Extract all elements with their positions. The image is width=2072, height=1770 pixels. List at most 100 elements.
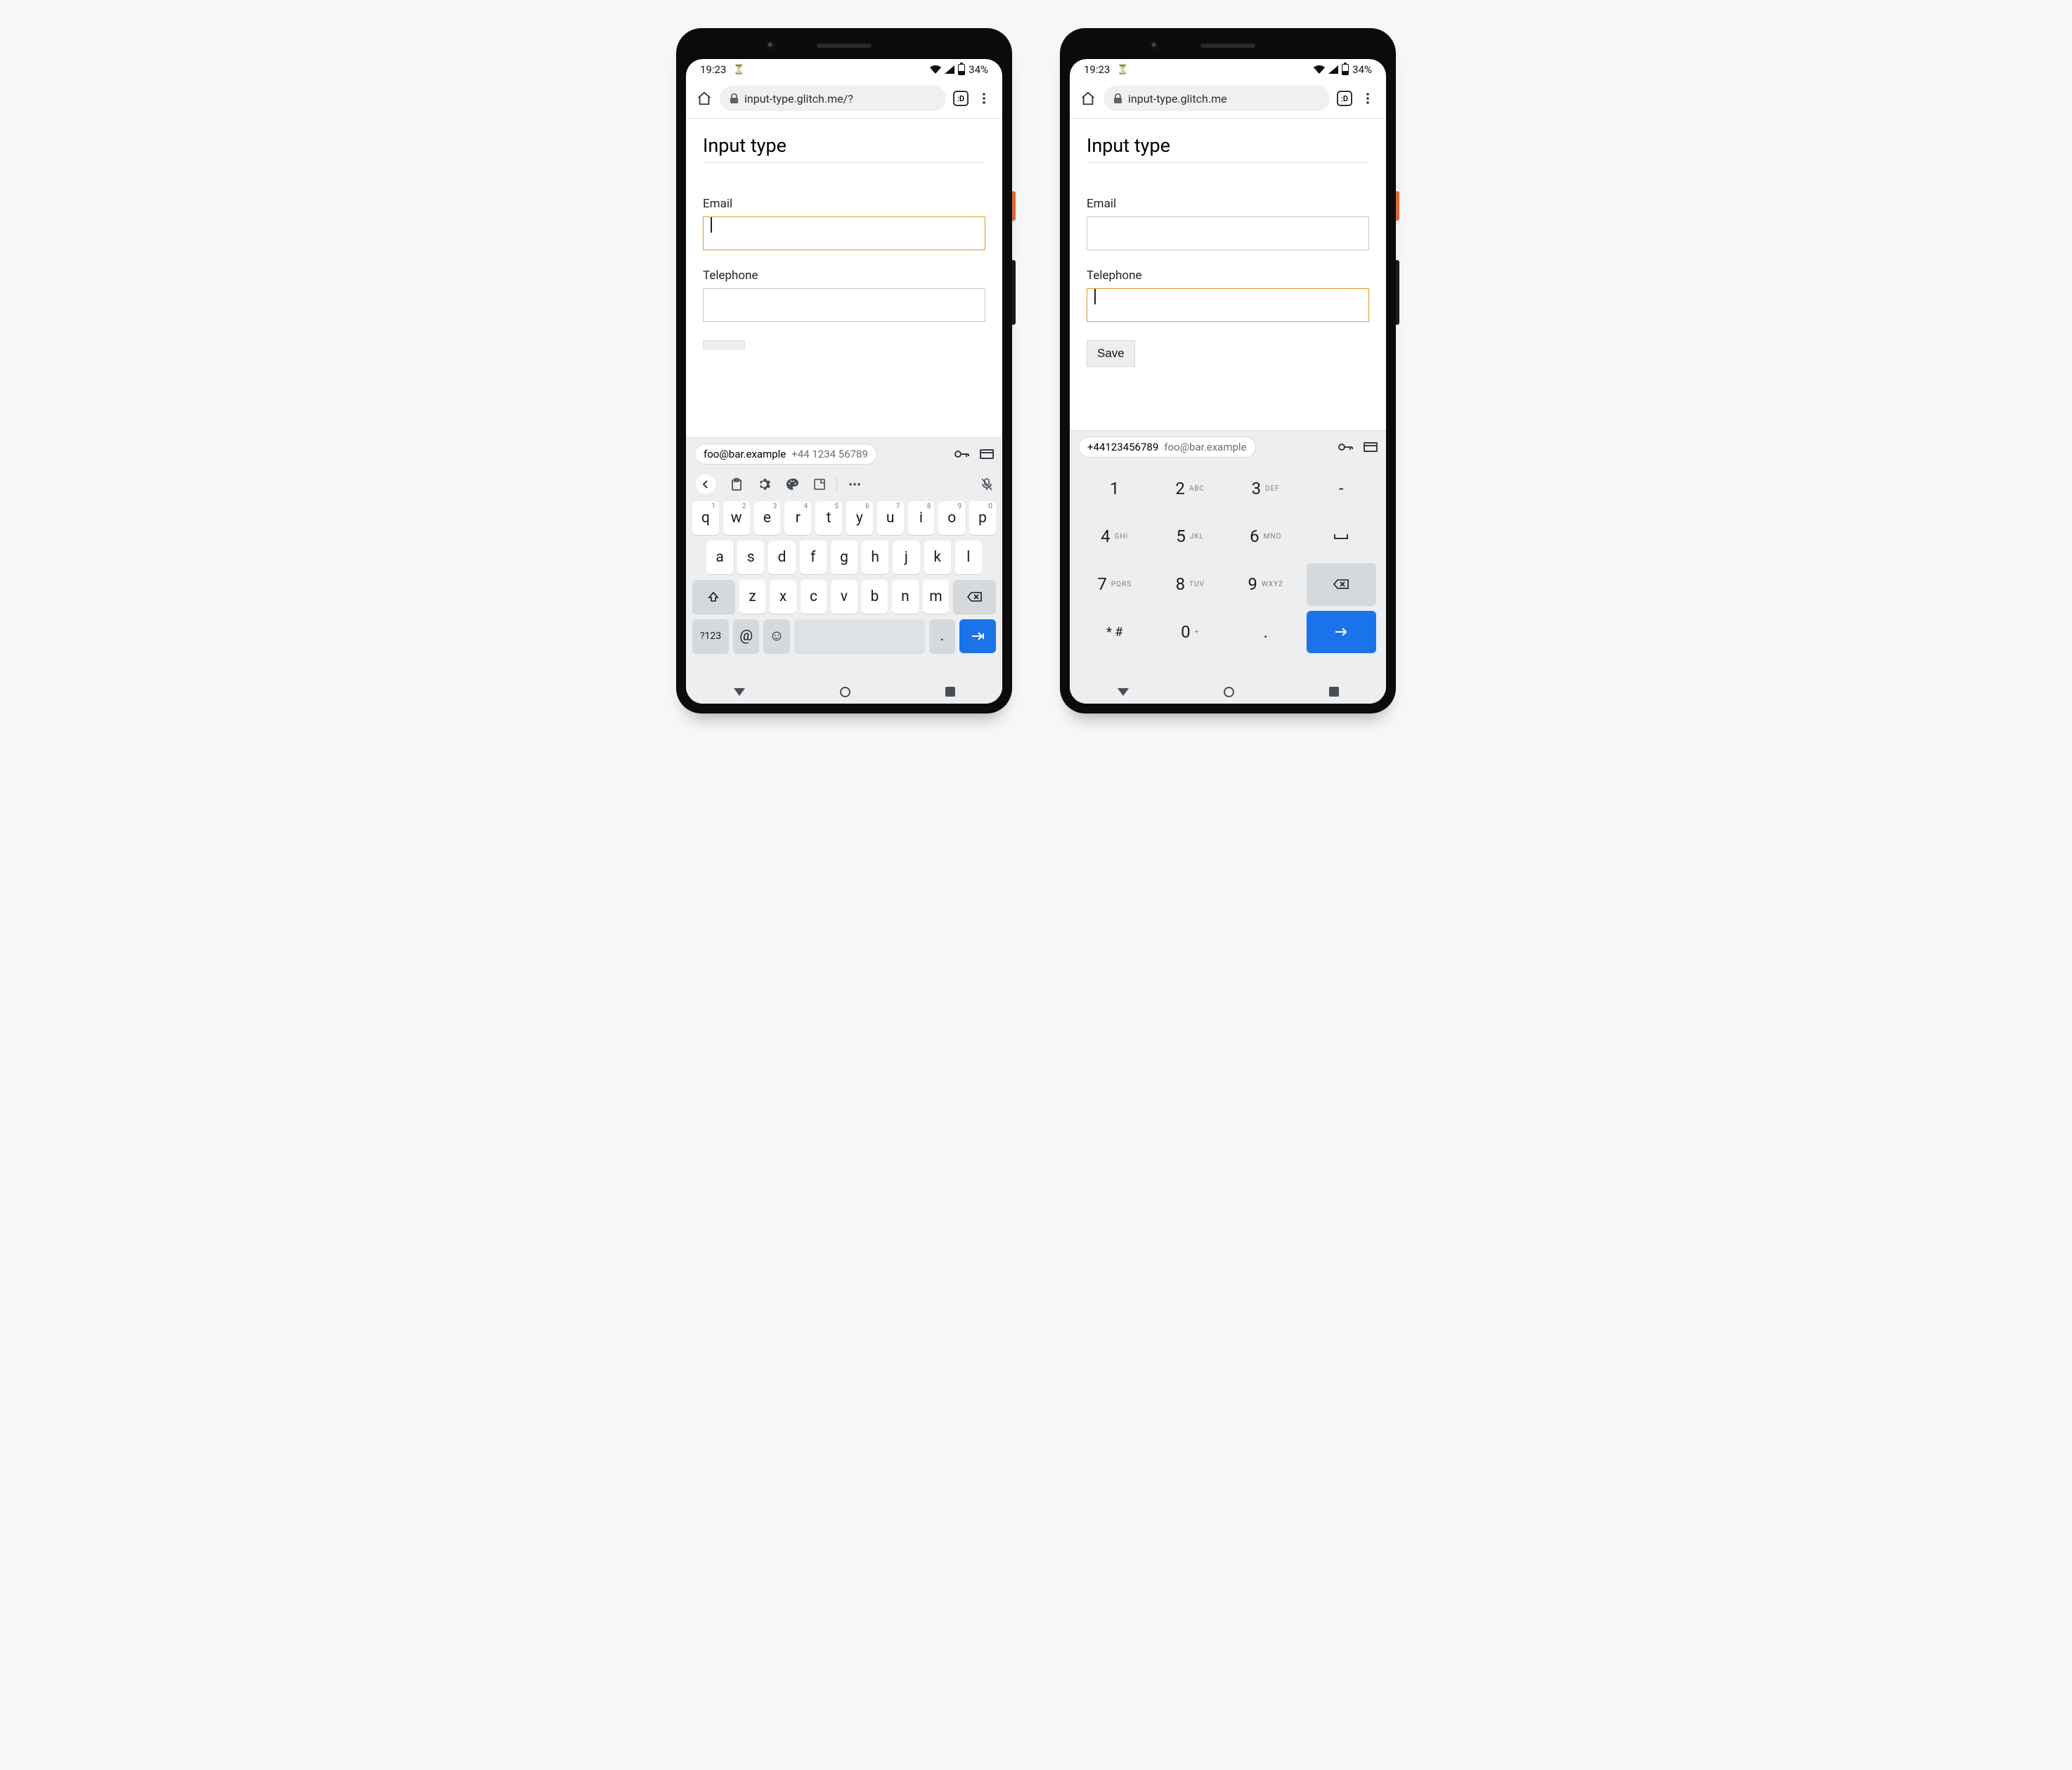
nav-home-icon[interactable]	[1224, 687, 1234, 697]
email-field[interactable]	[1087, 217, 1369, 250]
key-e[interactable]: 3e	[754, 501, 781, 535]
hourglass-icon: ⏳	[733, 65, 744, 75]
key-z[interactable]: z	[739, 580, 765, 614]
kb-row-3: zxcvbnm	[690, 580, 998, 614]
key-f[interactable]: f	[800, 541, 827, 574]
key-w[interactable]: 2w	[723, 501, 750, 535]
shift-key[interactable]	[692, 580, 735, 614]
key-y[interactable]: 6y	[846, 501, 873, 535]
keyboard-toolbar	[686, 470, 1002, 498]
gear-icon[interactable]	[758, 478, 770, 491]
key-g[interactable]: g	[831, 541, 857, 574]
page-title: Input type	[1087, 134, 1369, 163]
period-key[interactable]: .	[929, 619, 955, 653]
dial-key-6[interactable]: 6MNO	[1231, 515, 1301, 557]
save-button-partial[interactable]	[703, 340, 745, 350]
nav-back-icon[interactable]	[734, 688, 745, 696]
autofill-suggestion[interactable]: foo@bar.example +44 1234 56789	[694, 444, 877, 465]
dial-key-dot[interactable]: .	[1231, 611, 1301, 653]
key-h[interactable]: h	[862, 541, 888, 574]
autofill-suggestion[interactable]: +44123456789 foo@bar.example	[1078, 437, 1256, 458]
key-l[interactable]: l	[955, 541, 982, 574]
email-field[interactable]	[703, 217, 985, 250]
tab-count-badge[interactable]: :D	[953, 91, 969, 106]
key-icon[interactable]	[954, 449, 970, 459]
nav-recents-icon[interactable]	[1329, 687, 1339, 697]
spacebar[interactable]	[794, 619, 925, 653]
dial-key-3[interactable]: 3DEF	[1231, 467, 1301, 510]
card-icon[interactable]	[980, 449, 994, 459]
home-icon[interactable]	[1080, 90, 1096, 107]
key-x[interactable]: x	[770, 580, 796, 614]
enter-key[interactable]	[959, 619, 996, 653]
more-icon[interactable]	[848, 482, 861, 486]
key-icon[interactable]	[1338, 442, 1354, 452]
key-n[interactable]: n	[892, 580, 918, 614]
key-t[interactable]: 5t	[815, 501, 842, 535]
key-q[interactable]: 1q	[692, 501, 719, 535]
key-v[interactable]: v	[831, 580, 857, 614]
hourglass-icon: ⏳	[1117, 65, 1128, 75]
card-icon[interactable]	[1364, 442, 1378, 452]
key-k[interactable]: k	[924, 541, 951, 574]
volume-button[interactable]	[1012, 260, 1016, 325]
key-s[interactable]: s	[737, 541, 764, 574]
dial-key-1[interactable]: 1	[1080, 467, 1150, 510]
key-c[interactable]: c	[801, 580, 827, 614]
power-button[interactable]	[1012, 191, 1016, 221]
overflow-menu-icon[interactable]	[976, 90, 992, 107]
autofill-phone: +44123456789	[1087, 441, 1158, 453]
key-r[interactable]: 4r	[784, 501, 811, 535]
nav-back-icon[interactable]	[1118, 688, 1129, 696]
key-b[interactable]: b	[862, 580, 888, 614]
key-p[interactable]: 0p	[969, 501, 996, 535]
clock: 19:23	[1084, 63, 1110, 76]
key-u[interactable]: 7u	[877, 501, 904, 535]
key-d[interactable]: d	[768, 541, 795, 574]
tab-count-badge[interactable]: :D	[1337, 91, 1352, 106]
dial-key-8[interactable]: 8TUV	[1155, 563, 1226, 605]
key-o[interactable]: 9o	[938, 501, 965, 535]
backspace-key[interactable]	[953, 580, 996, 614]
key-a[interactable]: a	[706, 541, 733, 574]
telephone-field[interactable]	[1087, 288, 1369, 322]
dial-key-9[interactable]: 9WXYZ	[1231, 563, 1301, 605]
palette-icon[interactable]	[786, 478, 798, 491]
overflow-menu-icon[interactable]	[1359, 90, 1376, 107]
home-icon[interactable]	[696, 90, 713, 107]
dial-key-2[interactable]: 2ABC	[1155, 467, 1226, 510]
key-i[interactable]: 8i	[908, 501, 935, 535]
sticker-icon[interactable]	[814, 479, 825, 490]
dial-key-star[interactable]: * #	[1080, 611, 1150, 653]
telephone-field[interactable]	[703, 288, 985, 322]
dial-key-4[interactable]: 4GHI	[1080, 515, 1150, 557]
dial-key-5[interactable]: 5JKL	[1155, 515, 1226, 557]
volume-button[interactable]	[1396, 260, 1399, 325]
nav-recents-icon[interactable]	[945, 687, 955, 697]
dial-key-7[interactable]: 7PQRS	[1080, 563, 1150, 605]
dial-key-0[interactable]: 0+	[1155, 611, 1226, 653]
kb-back-button[interactable]	[696, 474, 716, 494]
dial-key-dash[interactable]: -	[1307, 467, 1377, 510]
clipboard-icon[interactable]	[731, 478, 742, 491]
dial-backspace-key[interactable]	[1307, 563, 1377, 605]
power-button[interactable]	[1396, 191, 1399, 221]
email-label: Email	[1087, 197, 1369, 211]
status-bar: 19:23 ⏳ 34%	[686, 59, 1002, 80]
status-bar: 19:23 ⏳ 34%	[1070, 59, 1386, 80]
url-bar[interactable]: input-type.glitch.me	[1103, 86, 1330, 111]
mic-off-icon[interactable]	[981, 478, 992, 491]
at-key[interactable]: @	[733, 619, 759, 653]
key-j[interactable]: j	[893, 541, 919, 574]
dial-enter-key[interactable]	[1307, 611, 1377, 653]
dial-key-space[interactable]	[1307, 515, 1377, 557]
save-button[interactable]: Save	[1087, 340, 1135, 367]
url-bar[interactable]: input-type.glitch.me/?	[720, 86, 946, 111]
key-m[interactable]: m	[923, 580, 949, 614]
screen: 19:23 ⏳ 34% input-type.glitch.me/? :D	[686, 59, 1002, 704]
emoji-key[interactable]: ☺	[763, 619, 789, 653]
nav-home-icon[interactable]	[840, 687, 850, 697]
browser-toolbar: input-type.glitch.me/? :D	[686, 80, 1002, 119]
symbols-key[interactable]: ?123	[692, 619, 729, 653]
dial-row-3: 7PQRS8TUV9WXYZ	[1077, 563, 1379, 605]
